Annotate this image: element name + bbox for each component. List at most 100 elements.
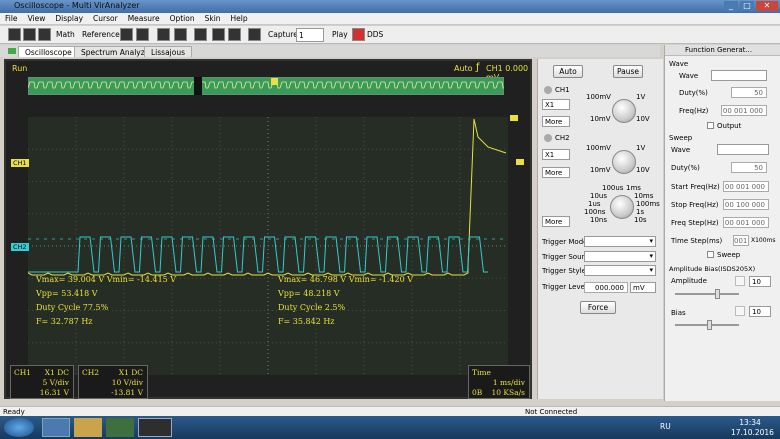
explorer-icon[interactable] bbox=[74, 418, 102, 437]
fg-bias-select[interactable]: 10 bbox=[749, 306, 771, 317]
fg-amplitude-slider[interactable] bbox=[675, 293, 739, 295]
fg-time-step-input[interactable]: 001 bbox=[733, 235, 749, 246]
ch2-label: CH2 bbox=[555, 134, 570, 142]
ch1-more-select[interactable]: More bbox=[542, 116, 570, 127]
ch1-panel-vdiv: 5 V/div bbox=[42, 378, 69, 387]
window-icon[interactable] bbox=[212, 28, 225, 41]
fg-stop-freq-input[interactable]: 00 100 000 bbox=[723, 199, 769, 210]
trigger-source-select[interactable]: ▾ bbox=[584, 251, 656, 262]
trigger-level-input[interactable]: 000.000 bbox=[584, 282, 628, 293]
fg-duty-input[interactable]: 50 bbox=[731, 87, 767, 98]
ch2-enable-icon[interactable] bbox=[544, 134, 552, 142]
fg-bias-slider-thumb[interactable] bbox=[707, 320, 712, 330]
save-icon[interactable] bbox=[23, 28, 36, 41]
time-label-100us: 100us bbox=[602, 184, 624, 192]
open-icon[interactable] bbox=[8, 28, 21, 41]
fg-freq-step-input[interactable]: 00 001 000 bbox=[723, 217, 769, 228]
print-icon[interactable] bbox=[38, 28, 51, 41]
fg-amplitude-spin[interactable] bbox=[735, 276, 745, 286]
cursor-icon[interactable] bbox=[120, 28, 133, 41]
ch2-volts-knob[interactable] bbox=[612, 150, 636, 174]
fg-output-checkbox[interactable] bbox=[707, 122, 714, 129]
menu-file[interactable]: File bbox=[0, 13, 23, 23]
fg-sweep-wave-label: Wave bbox=[671, 146, 691, 154]
fg-freq-input[interactable]: 00 001 000 bbox=[721, 105, 767, 116]
ch2-knob-label-10mv: 10mV bbox=[590, 166, 611, 174]
play-button[interactable]: Play bbox=[332, 28, 348, 42]
time-label-100ns: 100ns bbox=[584, 208, 606, 216]
media-icon[interactable] bbox=[106, 418, 134, 437]
capture-count-input[interactable]: 1 bbox=[296, 28, 324, 42]
dropdown-arrow-icon: ▾ bbox=[649, 266, 653, 274]
fg-sweep-duty-input[interactable]: 50 bbox=[731, 162, 767, 173]
layout-icon[interactable] bbox=[228, 28, 241, 41]
fg-output-label: Output bbox=[717, 122, 742, 130]
trigger-mode-label: Trigger Mode bbox=[542, 238, 588, 246]
stop-icon[interactable] bbox=[136, 28, 149, 41]
dds-button[interactable]: DDS bbox=[367, 28, 383, 42]
fg-sweep-checkbox[interactable] bbox=[707, 251, 714, 258]
menu-view[interactable]: View bbox=[23, 13, 51, 23]
fg-amplitude-slider-thumb[interactable] bbox=[715, 289, 720, 299]
tool-icon[interactable] bbox=[194, 28, 207, 41]
tab-lissajous[interactable]: Lissajous bbox=[144, 46, 193, 57]
trigger-style-select[interactable]: ▾ bbox=[584, 265, 656, 276]
menu-option[interactable]: Option bbox=[165, 13, 200, 23]
time-label-10us: 10us bbox=[590, 192, 607, 200]
start-button[interactable] bbox=[4, 418, 34, 437]
window-title: Oscilloscope - Multi VirAnalyzer bbox=[14, 1, 140, 10]
ch2-more-select[interactable]: More bbox=[542, 167, 570, 178]
fg-wave-label: Wave bbox=[679, 72, 699, 80]
menu-help[interactable]: Help bbox=[226, 13, 253, 23]
ch1-knob-label-100mv: 100mV bbox=[586, 93, 611, 101]
fg-amplitude-select[interactable]: 10 bbox=[749, 276, 771, 287]
tab-scroll-icon[interactable] bbox=[8, 48, 16, 54]
trigger-level-marker[interactable] bbox=[516, 159, 524, 165]
fg-start-freq-label: Start Freq(Hz) bbox=[671, 183, 720, 191]
auto-button[interactable]: Auto bbox=[553, 65, 583, 78]
close-button[interactable]: ✕ bbox=[756, 1, 778, 11]
pause-button[interactable]: Pause bbox=[613, 65, 643, 78]
ch2-marker[interactable]: CH2 bbox=[11, 243, 29, 251]
tab-oscilloscope[interactable]: Oscilloscope bbox=[18, 46, 79, 57]
ch1-probe-select[interactable]: X1 bbox=[542, 99, 570, 110]
time-label-1s: 1s bbox=[636, 208, 645, 216]
settings-icon[interactable] bbox=[174, 28, 187, 41]
math-button[interactable]: Math bbox=[56, 28, 75, 42]
trigger-level-unit-select[interactable]: mV bbox=[630, 282, 656, 293]
trigger-mode-select[interactable]: ▾ bbox=[584, 236, 656, 247]
control-panel: Auto Pause CH1 X1 More 100mV 1V 10mV 10V… bbox=[537, 59, 663, 399]
capture-label: Capture bbox=[268, 30, 298, 39]
time-base-knob[interactable] bbox=[610, 195, 634, 219]
clock-time[interactable]: 13:34 bbox=[731, 418, 769, 427]
viranalyzer-icon[interactable] bbox=[138, 418, 172, 437]
menu-cursor[interactable]: Cursor bbox=[88, 13, 123, 23]
ch2-probe-select[interactable]: X1 bbox=[542, 149, 570, 160]
taskbar-app-icon[interactable] bbox=[42, 418, 70, 437]
fg-start-freq-input[interactable]: 00 001 000 bbox=[723, 181, 769, 192]
time-position-marker[interactable] bbox=[510, 115, 518, 121]
zoom-icon[interactable] bbox=[157, 28, 170, 41]
menu-skin[interactable]: Skin bbox=[200, 13, 226, 23]
clock-date[interactable]: 17.10.2016 bbox=[731, 428, 774, 437]
waveform-display[interactable] bbox=[28, 117, 508, 375]
time-more-select[interactable]: More bbox=[542, 216, 570, 227]
ch1-enable-icon[interactable] bbox=[544, 86, 552, 94]
overview-window-marker bbox=[194, 77, 202, 95]
maximize-button[interactable]: □ bbox=[740, 1, 754, 11]
ch1-marker[interactable]: CH1 bbox=[11, 159, 29, 167]
fg-sweep-wave-select[interactable] bbox=[717, 144, 769, 155]
reference-button[interactable]: Reference bbox=[82, 28, 120, 42]
fg-bias-spin[interactable] bbox=[735, 306, 745, 316]
fg-wave-select[interactable] bbox=[711, 70, 767, 81]
language-indicator[interactable]: RU bbox=[660, 422, 671, 431]
minimize-button[interactable]: _ bbox=[724, 1, 738, 11]
arrow-icon[interactable] bbox=[248, 28, 261, 41]
force-button[interactable]: Force bbox=[580, 301, 616, 314]
ch1-volts-knob[interactable] bbox=[612, 99, 636, 123]
trigger-level-label: Trigger Level bbox=[542, 283, 587, 291]
menu-measure[interactable]: Measure bbox=[123, 13, 165, 23]
fg-sweep-section: Sweep bbox=[669, 134, 693, 142]
waveform-overview[interactable] bbox=[28, 77, 504, 95]
menu-display[interactable]: Display bbox=[50, 13, 88, 23]
